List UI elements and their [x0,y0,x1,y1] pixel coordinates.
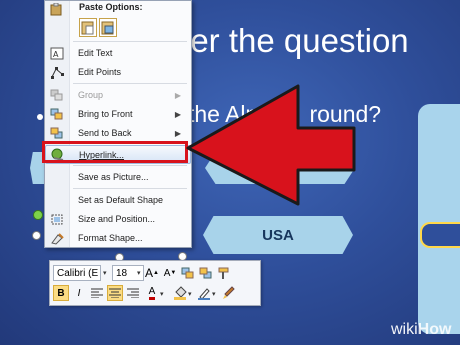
svg-text:A: A [53,50,59,59]
menu-item-edit-text[interactable]: A Edit Text [45,44,191,62]
annotation-arrow-icon [186,84,356,206]
menu-item-edit-points[interactable]: Edit Points [45,63,191,81]
chevron-down-icon[interactable]: ▾ [137,269,141,277]
menu-item-label: Bring to Front [78,109,133,119]
align-right-icon [127,288,139,298]
align-center-icon [109,288,121,298]
watermark-text-bold: How [417,321,452,338]
bring-front-icon [50,108,64,121]
menu-item-group[interactable]: Group ▶ [45,86,191,104]
menu-item-format-shape[interactable]: Format Shape... [45,229,191,247]
menu-item-label: Set as Default Shape [78,195,164,205]
grow-font-icon: A [145,266,154,280]
pen-outline-icon [198,288,210,300]
paint-bucket-icon [174,286,187,300]
rotation-handle[interactable] [33,210,43,220]
paste-picture-button[interactable] [99,18,117,37]
menu-item-label: Size and Position... [78,214,156,224]
mini-formatting-toolbar: Calibri (E ▾ 18 ▾ A ▲ A ▼ B I A ▾ ▾ ▾ [49,260,261,306]
format-brush-button[interactable] [220,285,236,301]
shape-fill-button[interactable] [172,285,188,301]
group-icon [50,89,64,102]
shrink-font-button[interactable]: A ▼ [162,265,178,281]
selection-handle[interactable] [32,231,41,240]
menu-separator [73,165,187,166]
submenu-arrow-icon: ▶ [174,128,181,138]
align-right-button[interactable] [125,285,141,301]
menu-item-label: Group [78,90,104,100]
menu-separator [73,41,187,42]
italic-icon: I [77,287,81,299]
chevron-down-icon[interactable]: ▾ [212,290,216,298]
side-panel-shape[interactable] [418,104,460,334]
menu-separator [73,188,187,189]
submenu-arrow-icon: ▶ [174,109,181,119]
font-name-value: Calibri (E [57,267,99,279]
shrink-font-icon: A [163,267,171,279]
shape-outline-button[interactable] [196,285,212,301]
menu-item-label: Format Shape... [78,233,143,243]
italic-button[interactable]: I [71,285,87,301]
menu-item-size-and-position[interactable]: Size and Position... [45,210,191,228]
menu-item-set-default-shape[interactable]: Set as Default Shape [45,191,191,209]
selected-shape-right[interactable] [420,222,460,248]
chevron-down-icon[interactable]: ▾ [188,290,192,298]
align-left-button[interactable] [89,285,105,301]
align-left-icon [91,288,103,298]
answer-shape-usa[interactable]: USA [203,216,353,254]
submenu-arrow-icon: ▶ [174,90,181,100]
format-painter-button[interactable] [216,265,232,281]
font-name-field[interactable]: Calibri (E [53,265,101,281]
send-backward-button[interactable] [198,265,214,281]
clipboard-icon [50,2,64,16]
bold-icon: B [57,287,65,299]
context-menu: Paste Options: A Edit Text Edit Points G… [44,0,192,248]
font-color-button[interactable]: A [145,285,159,301]
watermark-text-light: wiki [391,321,418,338]
menu-item-send-to-back[interactable]: Send to Back ▶ [45,124,191,142]
bring-forward-icon [181,267,194,278]
grow-font-button[interactable]: A ▲ [144,265,160,281]
font-size-value: 18 [116,267,128,279]
paste-keep-formatting-button[interactable] [79,18,97,37]
chevron-down-icon[interactable]: ▾ [160,290,164,298]
brush-icon [223,286,235,299]
edit-text-icon: A [50,47,64,60]
send-backward-icon [199,267,212,278]
menu-item-save-as-picture[interactable]: Save as Picture... [45,168,191,186]
chevron-down-icon[interactable]: ▾ [103,269,107,277]
menu-item-label: Edit Points [78,67,122,77]
align-center-button[interactable] [107,285,123,301]
format-painter-icon [218,267,229,279]
paste-options-header: Paste Options: [45,1,191,19]
menu-separator [73,83,187,84]
paste-options-label: Paste Options: [79,2,143,12]
send-back-icon [50,127,64,140]
menu-item-bring-to-front[interactable]: Bring to Front ▶ [45,105,191,123]
edit-points-icon [50,66,64,79]
font-color-icon: A [148,286,156,300]
format-shape-icon [50,232,64,245]
size-position-icon [50,213,64,226]
bold-button[interactable]: B [53,285,69,301]
menu-item-label: Send to Back [78,128,132,138]
annotation-highlight-box [42,141,188,163]
menu-item-label: Save as Picture... [78,172,149,182]
bring-forward-button[interactable] [180,265,196,281]
menu-item-label: Edit Text [78,48,113,58]
wikihow-watermark: wikiHow [391,321,451,339]
bullet-dot [37,114,43,120]
